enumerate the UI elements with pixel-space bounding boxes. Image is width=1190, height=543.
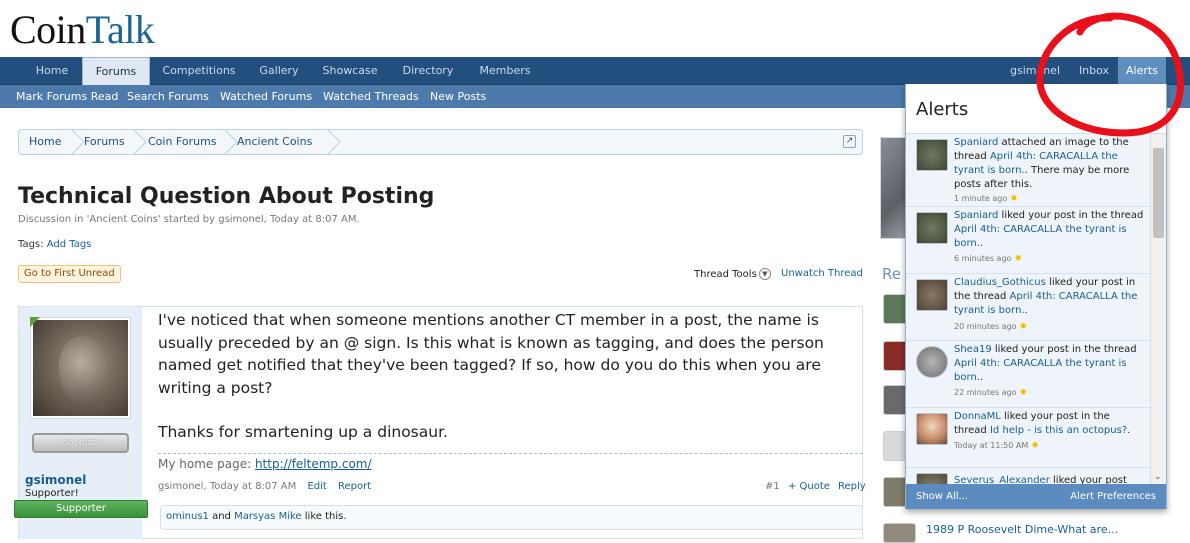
liker-link[interactable]: Marsyas Mike: [234, 511, 302, 522]
alert-item[interactable]: Shea19 liked your post in the thread Apr…: [906, 341, 1150, 408]
go-to-first-unread-button[interactable]: Go to First Unread: [18, 265, 121, 283]
jump-to-icon[interactable]: ↗: [843, 135, 856, 148]
coin-portrait-icon: [59, 336, 107, 402]
user-panel: NO MOOD gsimonel Supporter! Supporter: [14, 307, 148, 539]
chevron-down-icon: ▼: [758, 268, 771, 280]
alert-item[interactable]: DonnaML liked your post in the thread Id…: [906, 408, 1150, 468]
tab-showcase[interactable]: Showcase: [314, 57, 386, 85]
search-forums-link[interactable]: Search Forums: [127, 85, 209, 108]
sidebar-heading: Re: [882, 265, 901, 283]
alert-preferences-link[interactable]: Alert Preferences: [1070, 484, 1156, 509]
chevron-down-icon[interactable]: ⌄: [1154, 472, 1162, 482]
breadcrumb-separator: [325, 130, 337, 154]
edit-link[interactable]: Edit: [307, 481, 326, 492]
user-avatar[interactable]: [916, 139, 948, 171]
liker-link[interactable]: ominus1: [166, 511, 209, 522]
thread-tags: Tags: Add Tags: [18, 239, 92, 250]
post-body: I've noticed that when someone mentions …: [158, 311, 824, 442]
post-number[interactable]: #1: [765, 481, 780, 492]
signature: My home page: http://feltemp.com/: [158, 453, 863, 471]
post-date: gsimonel, Today at 8:07 AM: [158, 481, 297, 492]
user-avatar[interactable]: [916, 279, 948, 311]
alerts-scrollbar[interactable]: ⌄: [1150, 134, 1165, 484]
alerts-title: Alerts: [916, 99, 969, 120]
tab-competitions[interactable]: Competitions: [153, 57, 245, 85]
breadcrumb-forums[interactable]: Forums: [74, 130, 125, 154]
quote-link[interactable]: + Quote: [788, 481, 830, 492]
tab-gallery[interactable]: Gallery: [250, 57, 308, 85]
post-username[interactable]: gsimonel: [25, 473, 86, 487]
tab-directory[interactable]: Directory: [392, 57, 464, 85]
alert-item[interactable]: Spaniard attached an image to the thread…: [906, 134, 1150, 207]
breadcrumb: Home Forums Coin Forums Ancient Coins ↗: [18, 129, 863, 155]
watched-forums-link[interactable]: Watched Forums: [220, 85, 312, 108]
mood-badge: NO MOOD: [32, 433, 129, 453]
tab-members[interactable]: Members: [470, 57, 540, 85]
new-posts-link[interactable]: New Posts: [430, 85, 486, 108]
mark-forums-read-link[interactable]: Mark Forums Read: [16, 85, 118, 108]
alert-item[interactable]: Claudius_Gothicus liked your post in the…: [906, 274, 1150, 341]
alerts-popup: Alerts Spaniard attached an image to the…: [905, 84, 1167, 509]
alert-item[interactable]: Severus_Alexander liked your post: [906, 468, 1150, 484]
alert-item[interactable]: Spaniard liked your post in the thread A…: [906, 207, 1150, 274]
new-star-icon: ✸: [1010, 194, 1018, 204]
sidebar-thread-link[interactable]: 1989 P Roosevelt Dime-What are...: [926, 523, 1118, 536]
scrollbar-thumb[interactable]: [1153, 148, 1164, 238]
new-star-icon: ✸: [1031, 441, 1039, 451]
user-title: Supporter!: [25, 488, 79, 499]
homepage-link[interactable]: http://feltemp.com/: [255, 457, 372, 471]
breadcrumb-ancient-coins[interactable]: Ancient Coins: [227, 130, 312, 154]
watched-threads-link[interactable]: Watched Threads: [323, 85, 419, 108]
user-avatar[interactable]: [916, 473, 948, 484]
new-star-icon: ✸: [1019, 322, 1028, 332]
post: NO MOOD gsimonel Supporter! Supporter I'…: [14, 306, 866, 539]
report-link[interactable]: Report: [338, 481, 371, 492]
user-avatar[interactable]: [916, 346, 948, 378]
main-nav: Home Forums Competitions Gallery Showcas…: [0, 57, 1190, 86]
avatar[interactable]: [30, 317, 131, 419]
tab-home[interactable]: Home: [24, 57, 80, 85]
unwatch-thread-link[interactable]: Unwatch Thread: [781, 268, 863, 279]
post-meta: gsimonel, Today at 8:07 AM Edit Report #…: [158, 481, 866, 492]
new-star-icon: ✸: [1014, 254, 1022, 264]
alerts-list: Spaniard attached an image to the thread…: [906, 134, 1166, 484]
likes-summary: ominus1 and Marsyas Mike like this.: [160, 505, 863, 530]
thread-title: Technical Question About Posting: [18, 184, 435, 209]
breadcrumb-coin-forums[interactable]: Coin Forums: [138, 130, 217, 154]
thread-description: Discussion in 'Ancient Coins' started by…: [18, 214, 360, 225]
breadcrumb-home[interactable]: Home: [19, 130, 61, 154]
new-star-icon: ✸: [1019, 388, 1028, 398]
alerts-footer: Show All... Alert Preferences: [906, 484, 1166, 509]
thread-thumbnail[interactable]: [883, 523, 916, 543]
add-tags-link[interactable]: Add Tags: [47, 239, 92, 250]
user-avatar[interactable]: [916, 212, 948, 244]
supporter-badge: Supporter: [14, 500, 148, 518]
user-avatar[interactable]: [916, 413, 948, 445]
coin-avatar-image: [33, 320, 128, 416]
show-all-alerts-link[interactable]: Show All...: [916, 484, 968, 509]
tab-forums[interactable]: Forums: [82, 57, 150, 86]
site-logo[interactable]: CoinTalk: [10, 6, 155, 53]
online-indicator-icon: [30, 317, 40, 327]
reply-link[interactable]: Reply: [838, 481, 866, 492]
red-annotation-circle: [1036, 12, 1184, 137]
thread-tools-menu[interactable]: Thread Tools ▼: [694, 268, 771, 280]
